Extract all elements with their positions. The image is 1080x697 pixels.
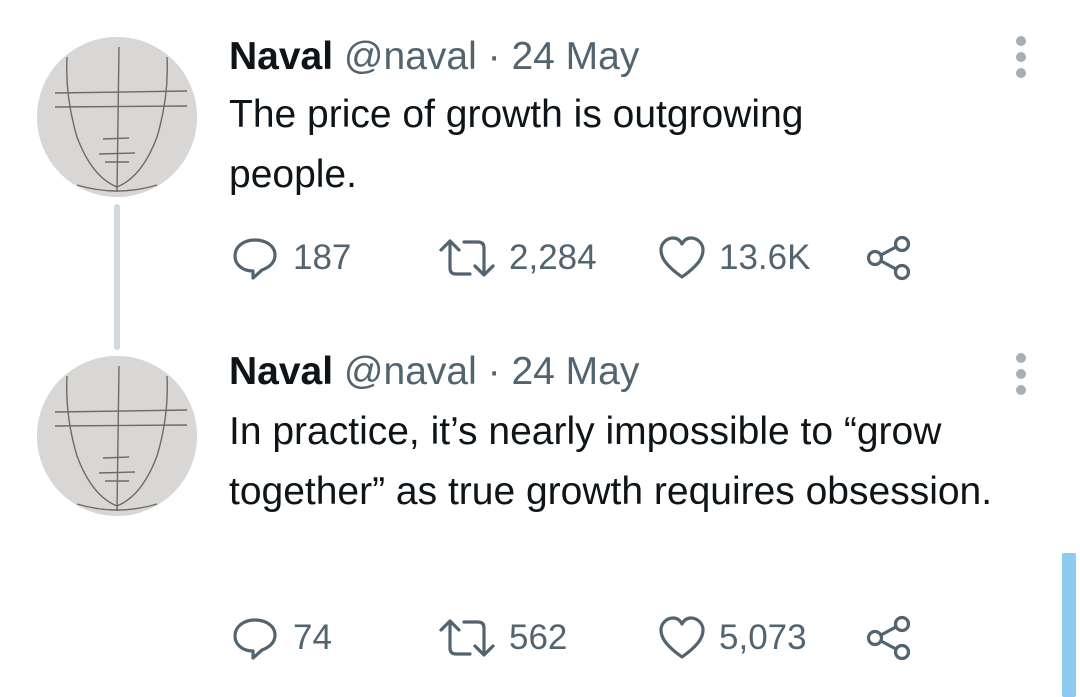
thread-connector-line <box>114 204 120 350</box>
author-handle[interactable]: @naval <box>344 35 477 78</box>
retweet-count: 2,284 <box>509 238 597 277</box>
author-handle[interactable]: @naval <box>344 350 477 393</box>
tweet-text: The price of growth is outgrowing people… <box>229 93 804 196</box>
avatar[interactable] <box>37 356 197 516</box>
heart-icon <box>659 616 705 659</box>
tweet-header: Naval @naval · 24 May <box>229 349 639 395</box>
reply-button[interactable]: 74 <box>229 614 332 662</box>
like-count: 13.6K <box>719 238 811 277</box>
reply-count: 74 <box>293 618 332 657</box>
header-separator: · <box>487 35 501 78</box>
face-sketch-image <box>37 37 197 197</box>
retweet-button[interactable]: 562 <box>437 614 567 662</box>
like-button[interactable]: 5,073 <box>657 614 807 662</box>
retweet-icon <box>439 619 495 657</box>
face-sketch-image <box>37 356 197 516</box>
like-button[interactable]: 13.6K <box>657 234 810 282</box>
share-icon <box>866 235 911 281</box>
retweet-icon <box>439 239 495 277</box>
retweet-button[interactable]: 2,284 <box>437 234 597 282</box>
tweet-header: Naval @naval · 24 May <box>229 34 639 80</box>
tweet-text: In practice, it’s nearly impossible to “… <box>229 410 993 513</box>
reply-icon <box>233 238 277 280</box>
share-icon <box>866 615 911 661</box>
tweet-actions: 187 2,284 13.6K <box>229 234 929 282</box>
tweet-actions: 74 562 5,073 <box>229 614 929 662</box>
reply-count: 187 <box>293 238 352 277</box>
reply-button[interactable]: 187 <box>229 234 351 282</box>
retweet-count: 562 <box>509 618 568 657</box>
tweet-date[interactable]: 24 May <box>511 35 639 78</box>
author-name[interactable]: Naval <box>229 350 333 393</box>
more-options-icon[interactable] <box>1010 353 1032 397</box>
share-button[interactable] <box>863 234 915 282</box>
like-count: 5,073 <box>719 618 807 657</box>
scrollbar[interactable] <box>1062 553 1076 697</box>
header-separator: · <box>487 350 501 393</box>
share-button[interactable] <box>863 614 915 662</box>
author-name[interactable]: Naval <box>229 35 333 78</box>
heart-icon <box>659 236 705 279</box>
more-options-icon[interactable] <box>1010 36 1032 80</box>
reply-icon <box>233 618 277 660</box>
avatar[interactable] <box>37 37 197 197</box>
tweet-date[interactable]: 24 May <box>511 350 639 393</box>
